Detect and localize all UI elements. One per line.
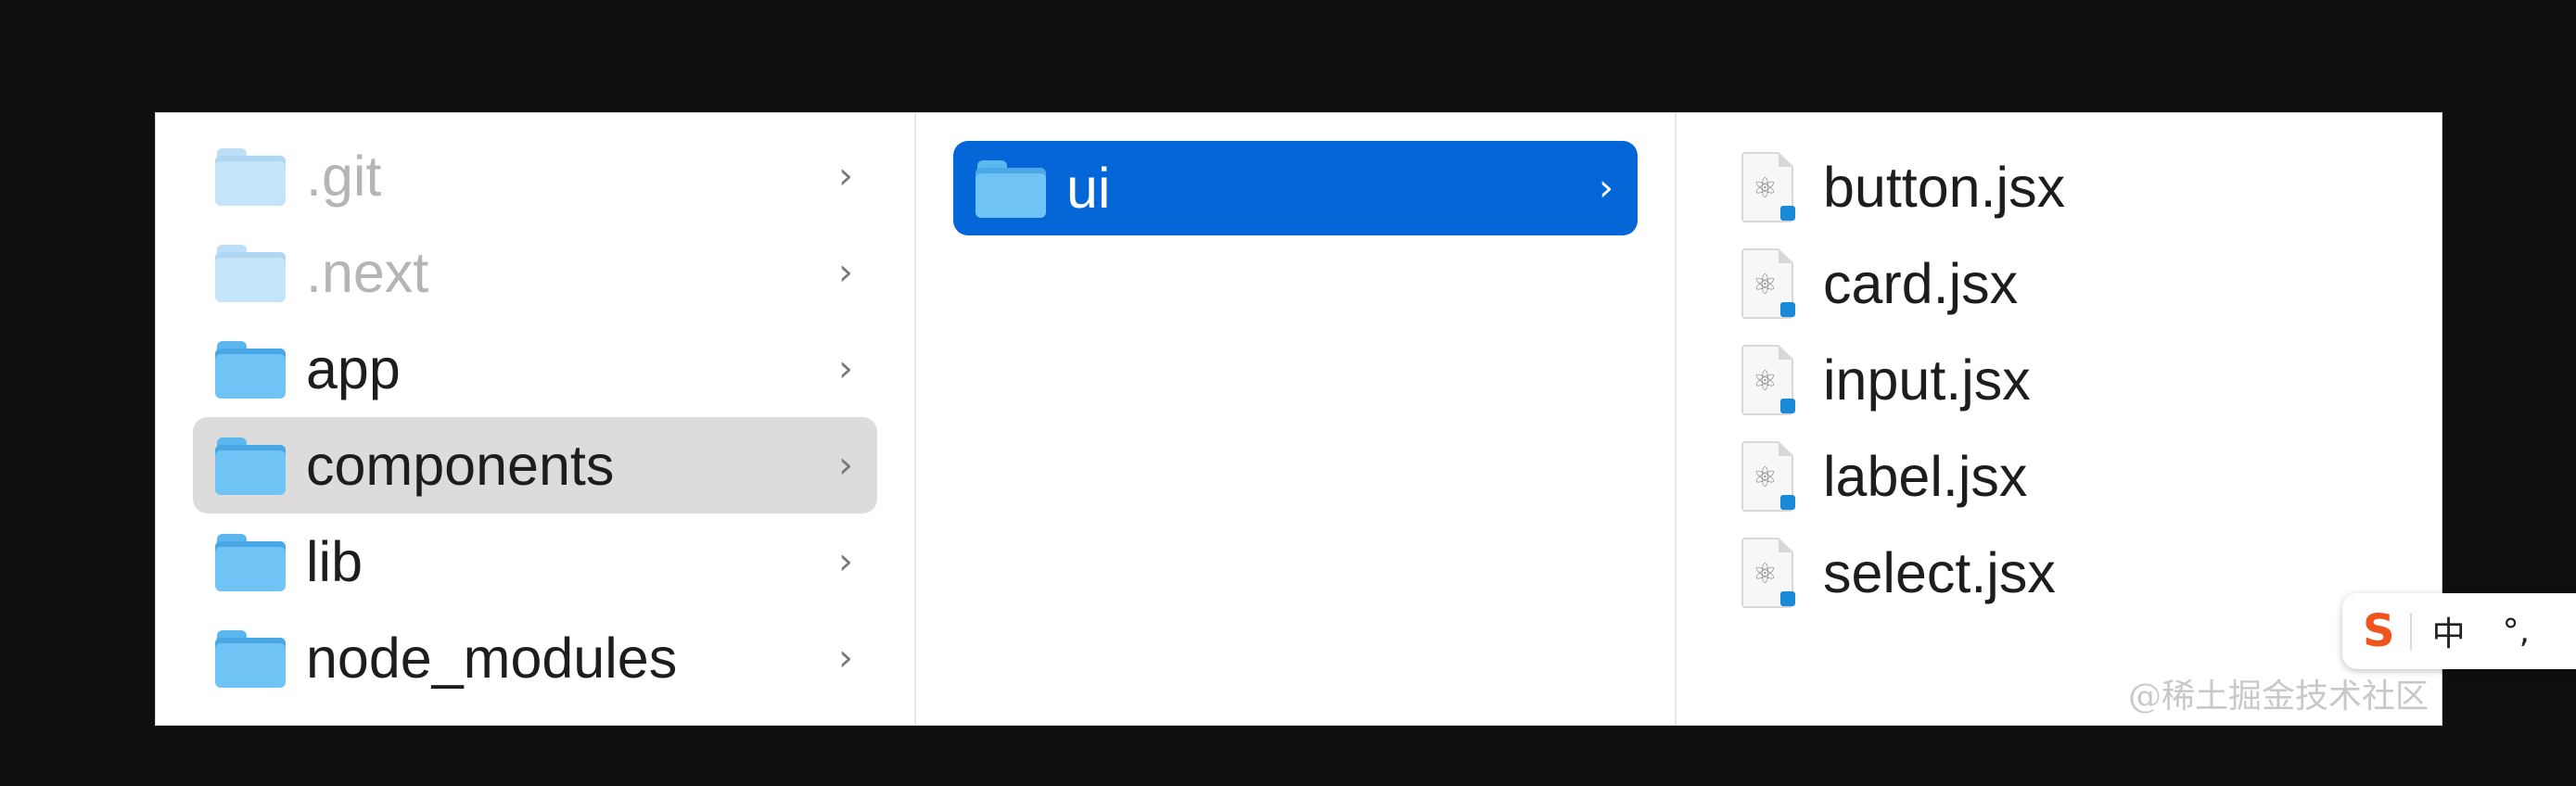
react-file-icon: ⚛ xyxy=(1741,152,1795,222)
file-row-label[interactable]: ⚛ label.jsx xyxy=(1741,428,2027,525)
folder-label: components xyxy=(306,433,615,497)
file-row-select[interactable]: ⚛ select.jsx xyxy=(1741,525,2056,621)
chevron-right-icon: › xyxy=(838,637,853,679)
folder-row-node-modules[interactable]: node_modules › xyxy=(193,610,877,706)
file-label: button.jsx xyxy=(1823,156,2066,219)
folder-label: .git xyxy=(306,144,382,208)
folder-icon xyxy=(215,628,286,688)
chevron-right-icon: › xyxy=(838,348,853,390)
chevron-right-icon: › xyxy=(838,540,853,583)
sogou-logo-icon[interactable]: S xyxy=(2363,605,2395,657)
folder-row-components[interactable]: components › xyxy=(193,417,877,513)
folder-label: lib xyxy=(306,529,363,593)
column-3[interactable]: ⚛ button.jsx ⚛ card.jsx ⚛ input.jsx ⚛ la… xyxy=(1677,113,2442,725)
divider xyxy=(2409,613,2412,650)
react-file-icon: ⚛ xyxy=(1741,248,1795,319)
chevron-right-icon: › xyxy=(838,444,853,487)
folder-row-ui[interactable]: ui › xyxy=(953,141,1638,235)
folder-row-app[interactable]: app › xyxy=(193,321,877,417)
file-row-input[interactable]: ⚛ input.jsx xyxy=(1741,332,2031,428)
ime-toolbar[interactable]: S 中 °, xyxy=(2342,593,2576,669)
react-file-icon: ⚛ xyxy=(1741,345,1795,415)
folder-icon xyxy=(215,243,286,302)
folder-row-lib[interactable]: lib › xyxy=(193,513,877,610)
folder-row-git[interactable]: .git › xyxy=(193,128,877,224)
column-2[interactable]: ui › xyxy=(916,113,1677,725)
folder-icon xyxy=(215,339,286,399)
ime-mode-toggle[interactable]: 中 xyxy=(2432,607,2466,655)
file-label: input.jsx xyxy=(1823,349,2031,412)
file-label: label.jsx xyxy=(1823,445,2028,508)
chevron-right-icon: › xyxy=(1599,167,1613,209)
react-file-icon: ⚛ xyxy=(1741,538,1795,608)
folder-icon xyxy=(215,532,286,591)
folder-icon xyxy=(215,146,286,206)
finder-column-view: .git › .next › app › components › lib › … xyxy=(155,112,2442,726)
chevron-right-icon: › xyxy=(838,251,853,294)
watermark: @稀土掘金技术社区 xyxy=(2127,678,2429,716)
column-1[interactable]: .git › .next › app › components › lib › … xyxy=(156,113,916,725)
folder-label: app xyxy=(306,336,401,400)
file-label: select.jsx xyxy=(1823,541,2056,604)
react-file-icon: ⚛ xyxy=(1741,441,1795,512)
folder-label: .next xyxy=(306,240,429,304)
folder-icon xyxy=(976,158,1046,218)
file-row-card[interactable]: ⚛ card.jsx xyxy=(1741,235,2018,332)
chevron-right-icon: › xyxy=(838,155,853,197)
ime-punctuation-toggle[interactable]: °, xyxy=(2503,613,2530,651)
file-label: card.jsx xyxy=(1823,252,2019,315)
folder-label: ui xyxy=(1066,156,1111,220)
folder-icon xyxy=(215,436,286,495)
folder-row-next[interactable]: .next › xyxy=(193,224,877,321)
file-row-button[interactable]: ⚛ button.jsx xyxy=(1741,139,2065,235)
folder-label: node_modules xyxy=(306,626,678,690)
